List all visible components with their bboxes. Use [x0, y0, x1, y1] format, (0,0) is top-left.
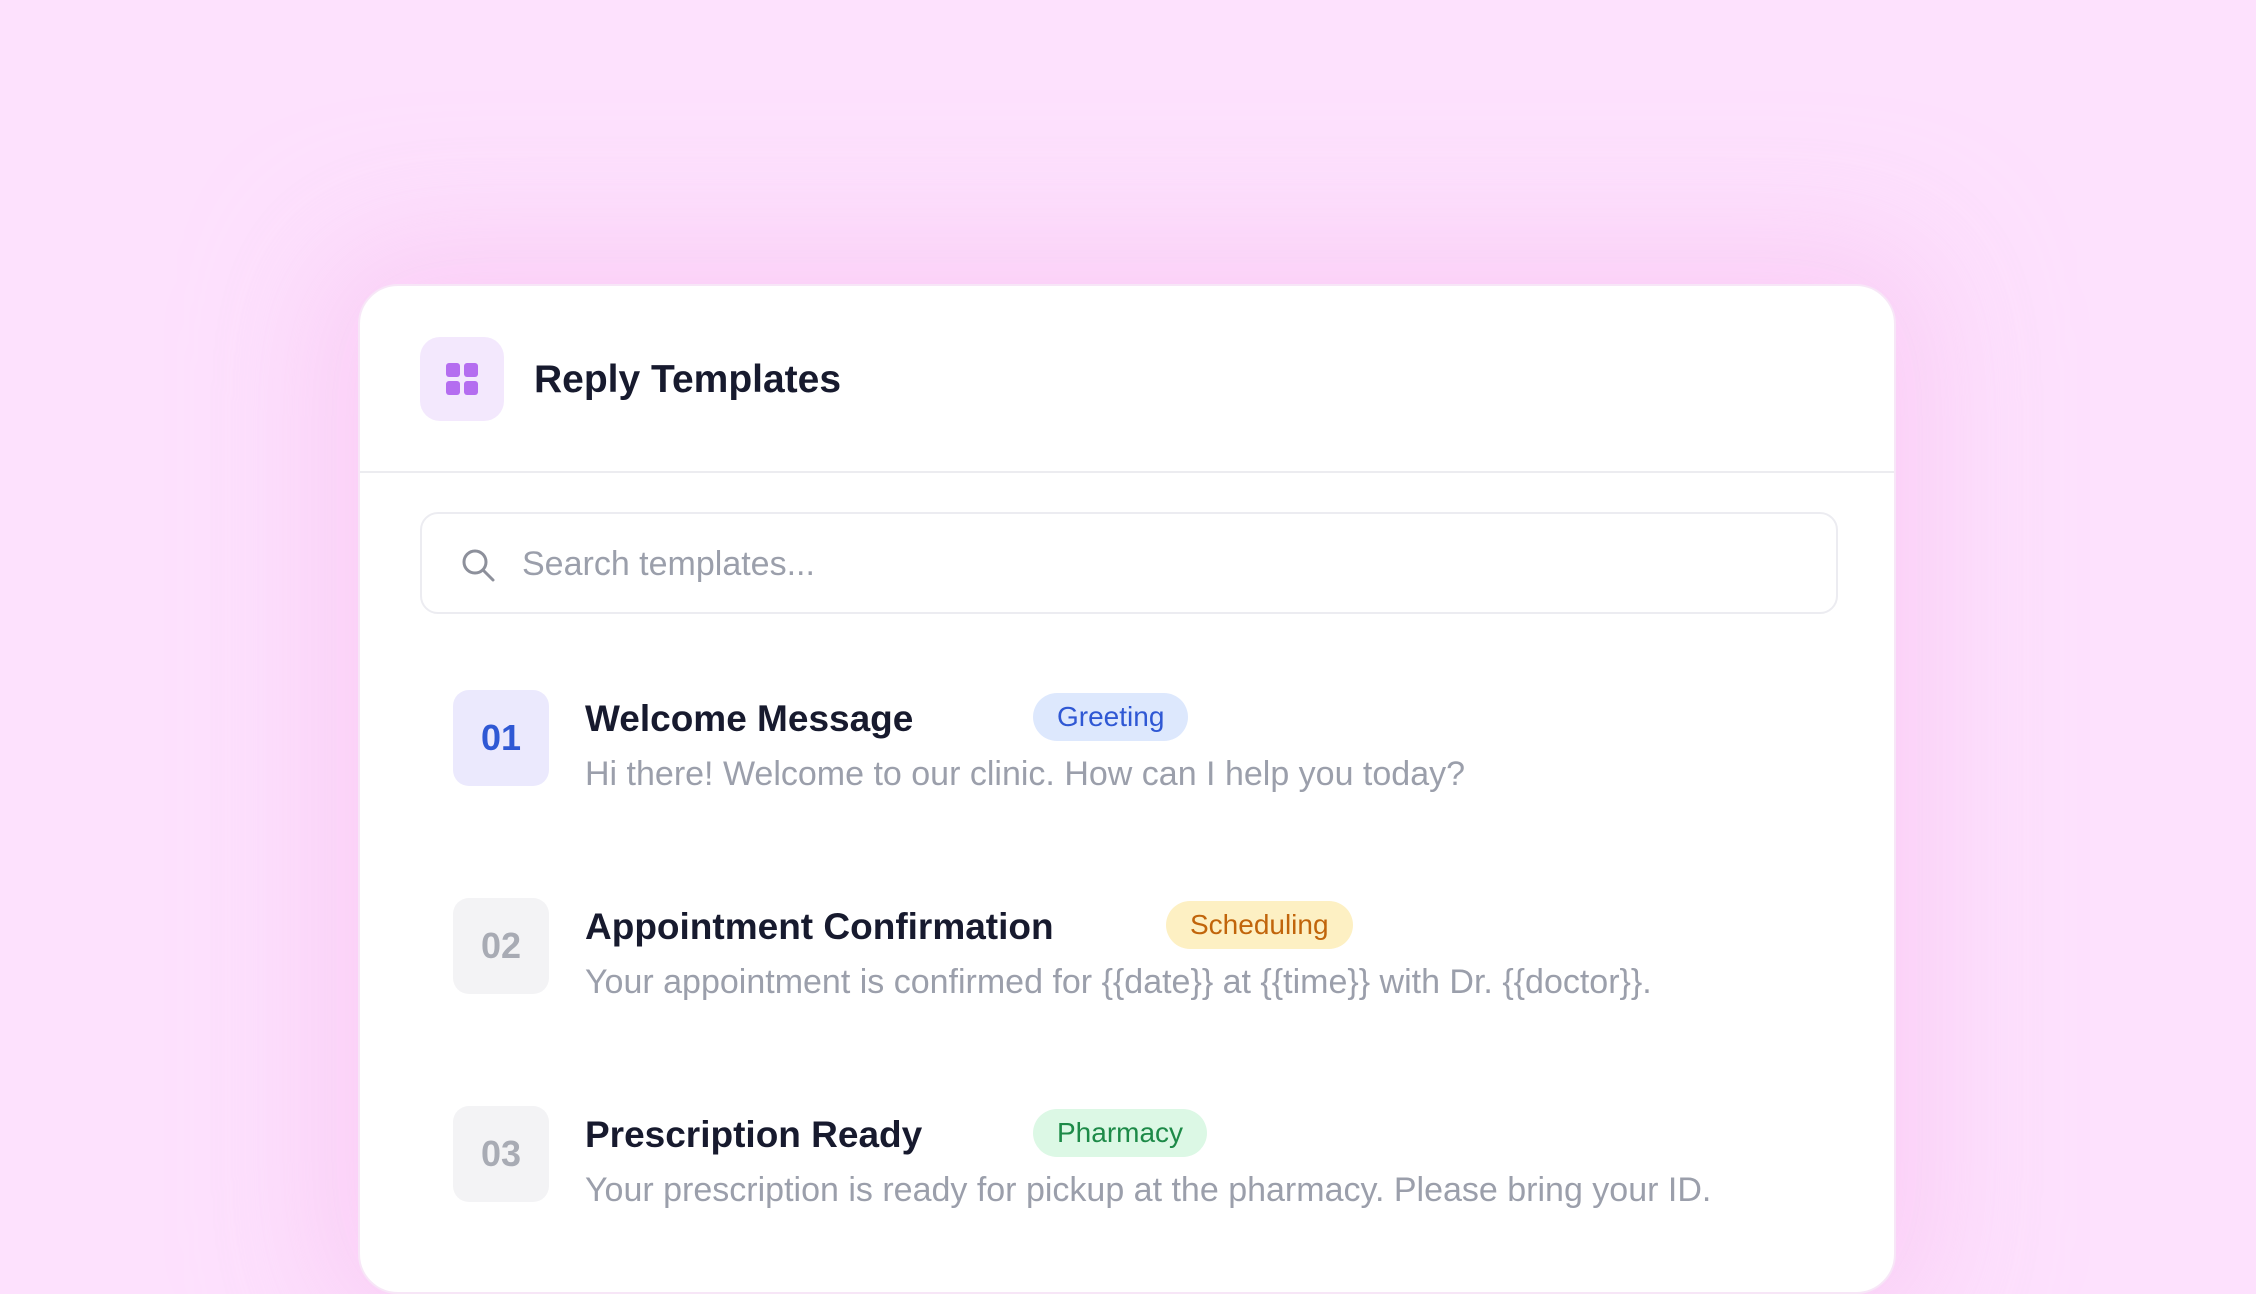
template-number: 02: [453, 898, 549, 994]
template-tag: Pharmacy: [1033, 1109, 1208, 1157]
template-title: Prescription Ready: [585, 1114, 923, 1155]
panel-header: Reply Templates: [360, 286, 1894, 473]
template-number: 03: [453, 1106, 549, 1202]
search-box[interactable]: [420, 512, 1838, 614]
template-title: Appointment Confirmation: [585, 906, 1054, 947]
template-tag: Greeting: [1033, 693, 1189, 741]
search-input[interactable]: [522, 540, 1802, 588]
panel-title: Reply Templates: [534, 358, 842, 401]
template-item-prescription[interactable]: 03 Prescription Ready Pharmacy Your pres…: [453, 1106, 1833, 1226]
template-title: Welcome Message: [585, 698, 914, 739]
grid-icon: [420, 337, 504, 421]
search-icon: [462, 549, 495, 582]
template-item-welcome[interactable]: 01 Welcome Message Greeting Hi there! We…: [453, 690, 1833, 810]
template-description: Your appointment is confirmed for {{date…: [585, 963, 1652, 1001]
reply-templates-panel: Reply Templates 01 Welcome Message Greet…: [358, 284, 1896, 1294]
template-description: Your prescription is ready for pickup at…: [585, 1171, 1712, 1209]
template-tag: Scheduling: [1166, 901, 1353, 949]
template-number: 01: [453, 690, 549, 786]
template-item-appointment[interactable]: 02 Appointment Confirmation Scheduling Y…: [453, 898, 1833, 1018]
template-description: Hi there! Welcome to our clinic. How can…: [585, 755, 1466, 793]
